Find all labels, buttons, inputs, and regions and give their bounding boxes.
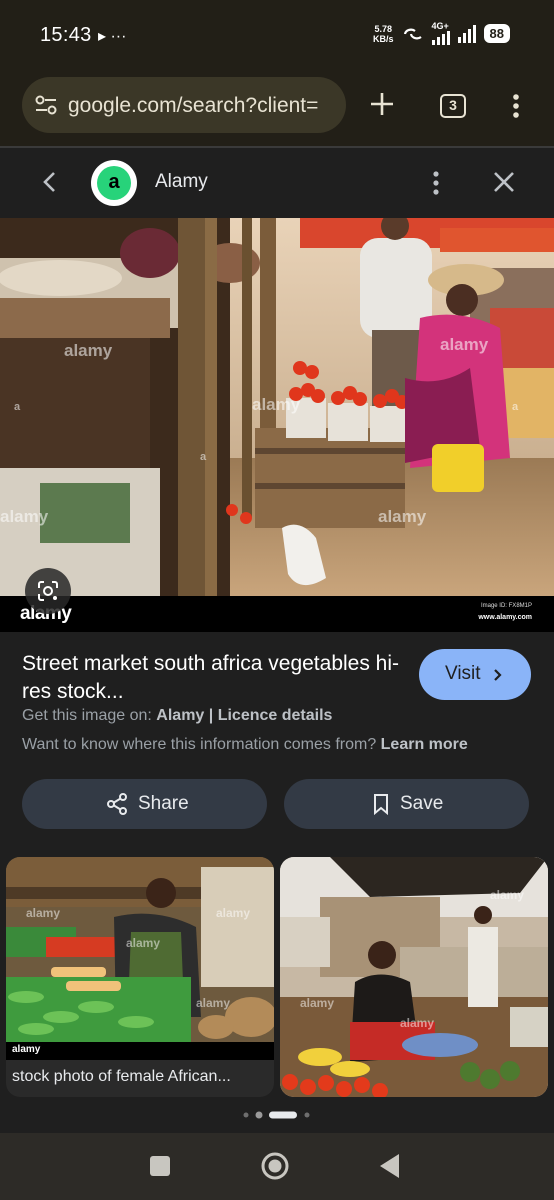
card-footer-strip bbox=[6, 1042, 274, 1060]
system-nav-bar bbox=[0, 1133, 554, 1200]
hero-footer: alamy Image ID: FX8M1P www.alamy.com bbox=[0, 596, 554, 632]
share-button[interactable]: Share bbox=[22, 779, 267, 829]
visit-button[interactable]: Visit bbox=[419, 649, 531, 700]
network-speed-unit: KB/s bbox=[373, 33, 394, 44]
status-bar: 15:43 ▸ ··· 5.78 KB/s 4G+ 88 bbox=[0, 0, 554, 68]
chevron-left-icon[interactable] bbox=[40, 169, 60, 195]
market-photo: alamy alamy alamy alamy alamy a a a bbox=[0, 218, 554, 596]
svg-text:alamy: alamy bbox=[400, 1016, 434, 1030]
site-logo: a bbox=[91, 160, 137, 206]
chevron-right-icon bbox=[494, 669, 502, 681]
svg-text:alamy: alamy bbox=[196, 996, 230, 1010]
lens-header: a Alamy bbox=[0, 148, 554, 218]
signal-bars-icon bbox=[431, 31, 450, 45]
source-link[interactable]: Alamy bbox=[156, 707, 204, 724]
related-image-market: alamy alamy alamy bbox=[280, 857, 548, 1097]
svg-text:alamy: alamy bbox=[216, 906, 250, 920]
related-result-card[interactable]: alamy alamy alamy bbox=[280, 857, 548, 1097]
image-id: Image ID: FX8M1P bbox=[480, 603, 532, 609]
notification-icons: ▸ ··· bbox=[98, 28, 127, 45]
address-bar[interactable]: google.com/search?client= bbox=[22, 77, 346, 133]
mobile-signal-1: 4G+ bbox=[431, 21, 450, 45]
source-separator: | bbox=[204, 707, 218, 724]
tune-icon[interactable] bbox=[34, 94, 58, 116]
close-icon[interactable] bbox=[492, 170, 516, 194]
url-text[interactable]: google.com/search?client= bbox=[68, 94, 340, 118]
image-url: www.alamy.com bbox=[478, 614, 532, 621]
share-button-label: Share bbox=[138, 793, 189, 814]
svg-text:a: a bbox=[14, 401, 21, 413]
network-speed-value: 5.78 bbox=[374, 23, 393, 34]
circle-icon[interactable] bbox=[260, 1151, 290, 1181]
svg-text:alamy: alamy bbox=[252, 395, 301, 414]
hero-image[interactable]: alamy alamy alamy alamy alamy a a a alam… bbox=[0, 218, 554, 632]
carousel-indicator bbox=[243, 1111, 310, 1119]
save-button-content: Save bbox=[372, 793, 443, 815]
bookmark-icon bbox=[374, 794, 388, 815]
lens-search-button[interactable] bbox=[25, 568, 71, 614]
battery-level: 88 bbox=[483, 24, 510, 43]
lens-icon bbox=[38, 581, 58, 601]
tab-switcher-button[interactable]: 3 bbox=[440, 94, 466, 118]
signal-bars-2-icon bbox=[457, 24, 476, 43]
svg-text:alamy: alamy bbox=[26, 906, 60, 920]
plus-icon[interactable] bbox=[368, 90, 396, 118]
related-caption[interactable]: stock photo of female African... bbox=[12, 1068, 274, 1086]
more-vert-icon[interactable] bbox=[432, 170, 440, 196]
square-icon[interactable] bbox=[149, 1155, 171, 1177]
svg-text:alamy: alamy bbox=[378, 507, 427, 526]
learn-more-link[interactable]: Learn more bbox=[381, 736, 468, 753]
svg-text:alamy: alamy bbox=[64, 341, 113, 360]
licence-details-link[interactable]: Licence details bbox=[218, 707, 333, 724]
svg-text:alamy: alamy bbox=[300, 996, 334, 1010]
svg-text:a: a bbox=[200, 451, 207, 463]
status-time: 15:43 bbox=[40, 24, 92, 46]
svg-text:alamy: alamy bbox=[490, 888, 524, 902]
network-speed: 5.78 KB/s bbox=[373, 24, 394, 44]
save-button-label: Save bbox=[400, 793, 444, 814]
related-image-vendor: alamy alamy alamy alamy bbox=[6, 857, 274, 1042]
card-alamy-logo: alamy bbox=[12, 1044, 41, 1055]
site-name[interactable]: Alamy bbox=[155, 171, 208, 193]
save-button[interactable]: Save bbox=[284, 779, 529, 829]
share-button-content: Share bbox=[106, 793, 189, 815]
site-logo-letter: a bbox=[97, 166, 131, 200]
related-result-card[interactable]: alamy alamy alamy alamy alamy stock photo o… bbox=[6, 857, 274, 1097]
status-right: 5.78 KB/s 4G+ 88 bbox=[373, 22, 510, 45]
more-vert-icon[interactable] bbox=[512, 93, 520, 119]
svg-text:alamy: alamy bbox=[0, 507, 49, 526]
svg-text:alamy: alamy bbox=[126, 936, 160, 950]
source-prefix: Get this image on: bbox=[22, 707, 157, 724]
svg-text:a: a bbox=[512, 401, 519, 413]
info-prefix: Want to know where this information come… bbox=[22, 736, 381, 753]
hotspot-icon bbox=[403, 28, 422, 39]
browser-toolbar: google.com/search?client= 3 bbox=[0, 68, 554, 146]
visit-button-label: Visit bbox=[445, 663, 481, 684]
share-icon bbox=[107, 793, 127, 815]
info-line: Want to know where this information come… bbox=[22, 736, 468, 754]
result-title[interactable]: Street market south africa vegetables hi… bbox=[22, 650, 402, 706]
source-line: Get this image on: Alamy | Licence detai… bbox=[22, 707, 332, 725]
triangle-back-icon[interactable] bbox=[379, 1153, 401, 1179]
svg-text:alamy: alamy bbox=[440, 335, 489, 354]
network-type: 4G+ bbox=[431, 21, 449, 31]
